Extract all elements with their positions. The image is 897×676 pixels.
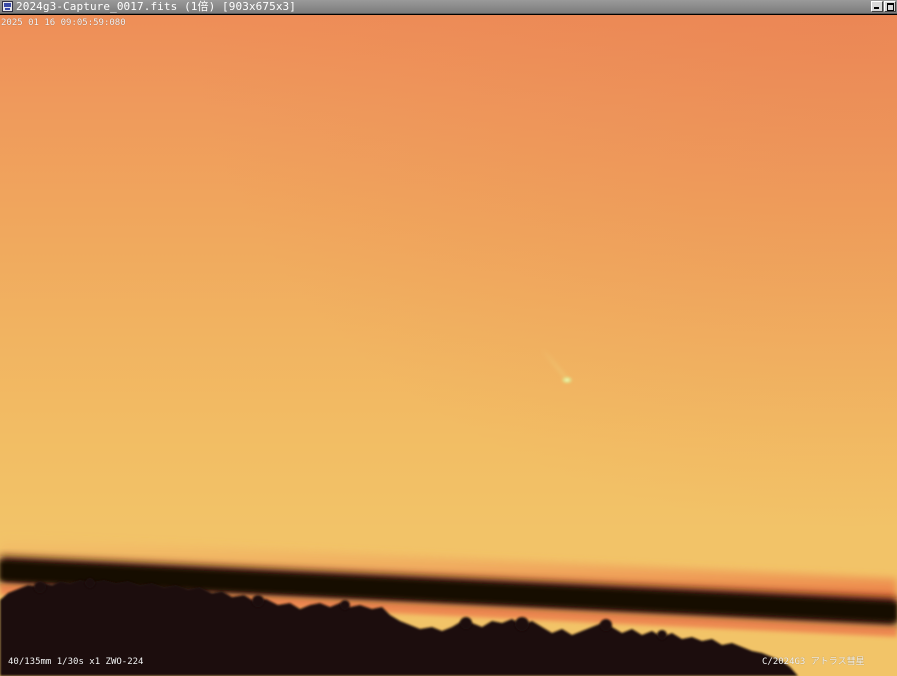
maximize-icon[interactable]	[884, 1, 896, 12]
window-controls	[871, 1, 896, 12]
comet	[540, 349, 573, 384]
comet-head	[561, 376, 573, 384]
capture-info-label: 40/135mm 1/30s x1 ZWO-224	[8, 657, 144, 667]
scene-graphic	[0, 349, 897, 676]
minimize-icon[interactable]	[871, 1, 883, 12]
object-name-label: C/2024G3 アトラス彗星	[762, 657, 865, 667]
comet-tail	[540, 349, 568, 381]
fits-image-canvas[interactable]: 2025 01 16 09:05:59:080 40/135mm 1/30s x…	[0, 15, 897, 676]
fits-viewer-icon[interactable]	[2, 1, 13, 12]
capture-timestamp: 2025 01 16 09:05:59:080	[1, 18, 126, 28]
image-viewer-window: 2024g3-Capture_0017.fits (1倍) [903x675x3…	[0, 0, 897, 676]
window-title: 2024g3-Capture_0017.fits (1倍) [903x675x3…	[16, 0, 297, 13]
title-bar[interactable]: 2024g3-Capture_0017.fits (1倍) [903x675x3…	[0, 0, 897, 14]
